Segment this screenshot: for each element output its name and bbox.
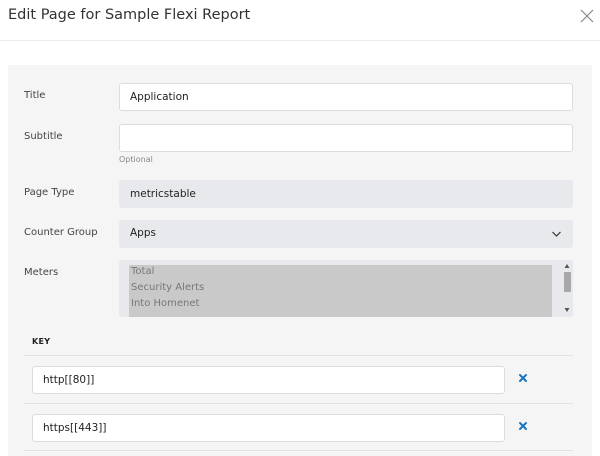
key-row-divider — [24, 403, 573, 404]
subtitle-hint: Optional — [119, 155, 153, 164]
meters-label: Meters — [24, 267, 59, 278]
meters-multiselect[interactable]: Total Security Alerts Into Homenet — [119, 260, 573, 317]
close-button[interactable] — [578, 7, 596, 25]
title-label: Title — [24, 90, 46, 101]
remove-key-button-2[interactable] — [518, 416, 528, 430]
meter-option-total[interactable]: Total — [131, 266, 154, 277]
scrollbar-thumb[interactable] — [564, 272, 571, 292]
scroll-down-arrow-icon[interactable] — [564, 307, 570, 313]
form-panel: Title Subtitle Optional Page Type Counte… — [8, 65, 592, 456]
scroll-up-arrow-icon[interactable] — [564, 263, 570, 269]
chevron-down-icon — [552, 231, 561, 237]
remove-icon — [519, 374, 527, 382]
key-header-divider — [24, 355, 573, 356]
dialog-header: Edit Page for Sample Flexi Report — [0, 0, 600, 41]
key-input-1[interactable] — [32, 366, 505, 394]
page-type-field — [119, 180, 573, 208]
dialog-title: Edit Page for Sample Flexi Report — [8, 7, 251, 23]
meter-option-security-alerts[interactable]: Security Alerts — [131, 282, 204, 293]
counter-group-select[interactable]: Apps — [119, 220, 573, 248]
meters-options-list[interactable]: Total Security Alerts Into Homenet — [129, 265, 552, 317]
key-column-header: KEY — [32, 337, 51, 346]
key-input-2[interactable] — [32, 414, 505, 442]
key-row-divider — [24, 450, 573, 451]
subtitle-label: Subtitle — [24, 131, 63, 142]
page-type-label: Page Type — [24, 187, 75, 198]
close-icon — [580, 9, 594, 23]
subtitle-input[interactable] — [119, 124, 573, 152]
meters-scrollbar[interactable] — [561, 260, 573, 317]
title-input[interactable] — [119, 83, 573, 111]
counter-group-value: Apps — [130, 227, 156, 239]
counter-group-label: Counter Group — [24, 227, 98, 238]
meter-option-into-homenet[interactable]: Into Homenet — [131, 298, 199, 309]
remove-icon — [519, 422, 527, 430]
remove-key-button-1[interactable] — [518, 368, 528, 382]
